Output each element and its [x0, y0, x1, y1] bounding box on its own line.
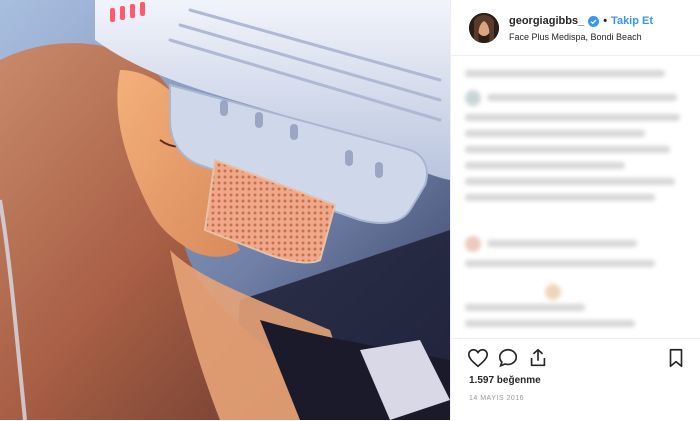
post-photo[interactable] — [0, 0, 450, 420]
user-line: georgiagibbs_ • Takip Et — [509, 15, 653, 27]
share-icon[interactable] — [527, 347, 549, 369]
bookmark-icon[interactable] — [665, 347, 687, 369]
heart-icon[interactable] — [467, 347, 489, 369]
post-sidebar: georgiagibbs_ • Takip Et Face Plus Medis… — [450, 0, 700, 420]
blurred-comments — [465, 64, 689, 334]
likes-count[interactable]: 1.597 beğenme — [469, 375, 541, 386]
post-date: 14 MAYIS 2016 — [469, 395, 525, 402]
location-link[interactable]: Face Plus Medispa, Bondi Beach — [509, 32, 642, 42]
avatar[interactable] — [469, 13, 499, 43]
action-bar: 1.597 beğenme 14 MAYIS 2016 — [451, 338, 700, 421]
instagram-post: georgiagibbs_ • Takip Et Face Plus Medis… — [0, 0, 700, 420]
comment-icon[interactable] — [497, 347, 519, 369]
verified-badge-icon — [588, 15, 600, 27]
username[interactable]: georgiagibbs_ — [509, 15, 584, 27]
post-header: georgiagibbs_ • Takip Et Face Plus Medis… — [451, 0, 700, 56]
separator-dot: • — [603, 15, 608, 27]
follow-button[interactable]: Takip Et — [611, 15, 653, 27]
